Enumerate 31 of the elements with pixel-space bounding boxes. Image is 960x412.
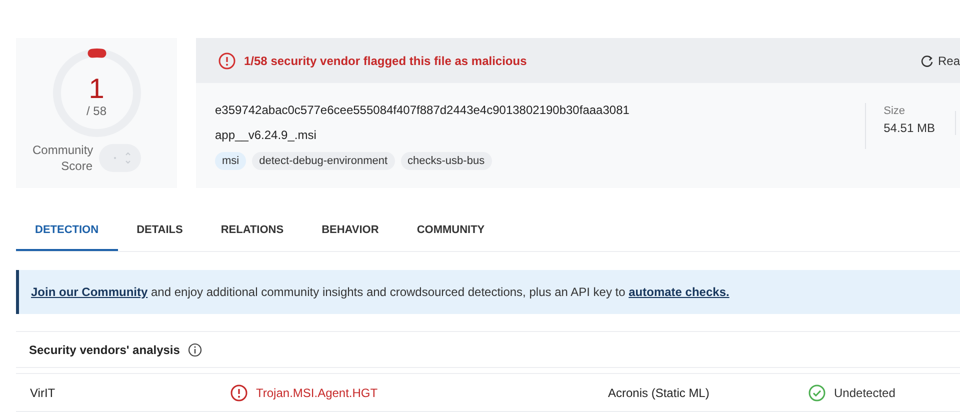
tab[interactable]: DETECTION <box>16 212 118 251</box>
check-icon <box>808 384 826 402</box>
tag[interactable]: checks-usb-bus <box>400 152 492 170</box>
info-icon <box>188 343 202 357</box>
size-label: Size <box>884 105 906 117</box>
tab[interactable]: DETAILS <box>118 212 202 251</box>
vote-toggle-icon <box>98 144 140 172</box>
vendor-name: VirIT <box>30 386 56 400</box>
join-community-link[interactable]: Join our Community <box>31 285 148 299</box>
tag[interactable]: detect-debug-environment <box>252 152 395 170</box>
section-title: Security vendors' analysis <box>29 343 180 357</box>
size-value: 54.51 MB <box>884 121 935 135</box>
tag[interactable]: msi <box>215 152 246 170</box>
alert-icon <box>218 52 236 70</box>
refresh-icon <box>920 54 933 66</box>
tab[interactable]: RELATIONS <box>202 212 303 251</box>
detection-count: 1 <box>88 74 104 104</box>
alert-message: 1/58 security vendor flagged this file as malicious <box>244 54 527 68</box>
automate-checks-link[interactable]: automate checks. <box>628 285 730 299</box>
score-label: Community Score <box>32 142 92 174</box>
file-name: app__v6.24.9_.msi <box>215 128 318 142</box>
detection-result: Trojan.MSI.Agent.HGT <box>256 386 378 400</box>
file-hash: e359742abac0c577e6cee555084f407f887d2443e4c9013802190b30faaa3081 <box>215 103 630 117</box>
tab[interactable]: BEHAVIOR <box>302 212 398 251</box>
vendor-name: Acronis (Static ML) <box>608 386 710 400</box>
alert-icon <box>230 384 248 402</box>
tab[interactable]: COMMUNITY <box>398 212 504 251</box>
detection-result: Undetected <box>834 386 896 400</box>
reanalyze-button[interactable]: Rea <box>920 54 960 68</box>
total-count: / 58 <box>86 104 106 118</box>
banner-text: Join our Community and enjoy additional community insights and crowdsourced detections, plus an API key to automate checks. <box>31 285 730 299</box>
